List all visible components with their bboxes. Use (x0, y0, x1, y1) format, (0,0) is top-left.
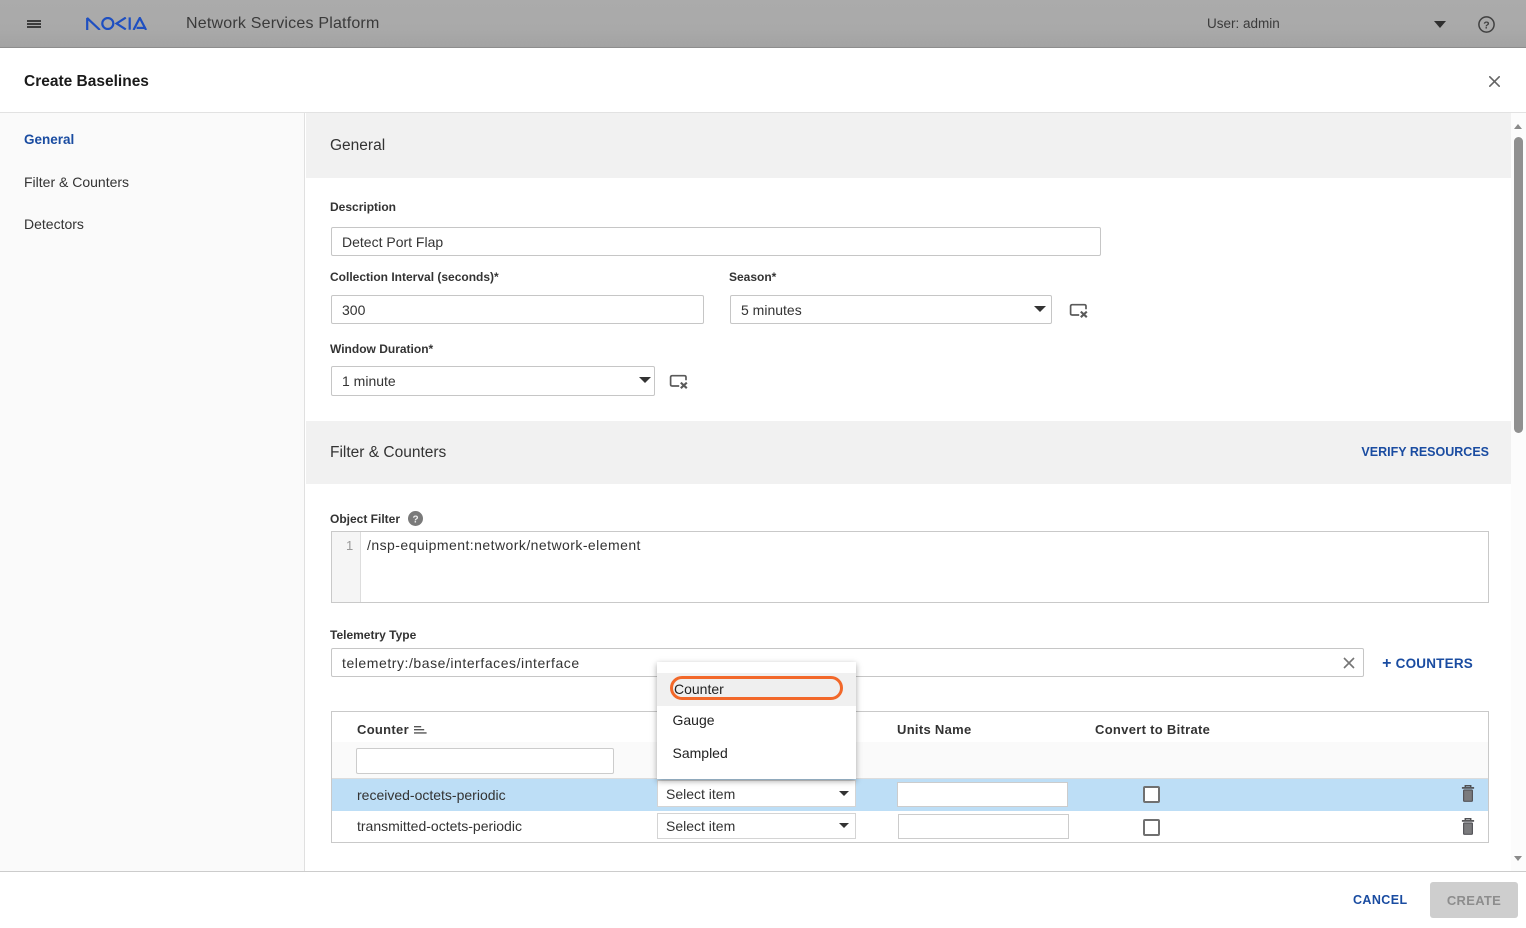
svg-text:?: ? (1483, 19, 1489, 31)
svg-text:?: ? (412, 514, 418, 525)
